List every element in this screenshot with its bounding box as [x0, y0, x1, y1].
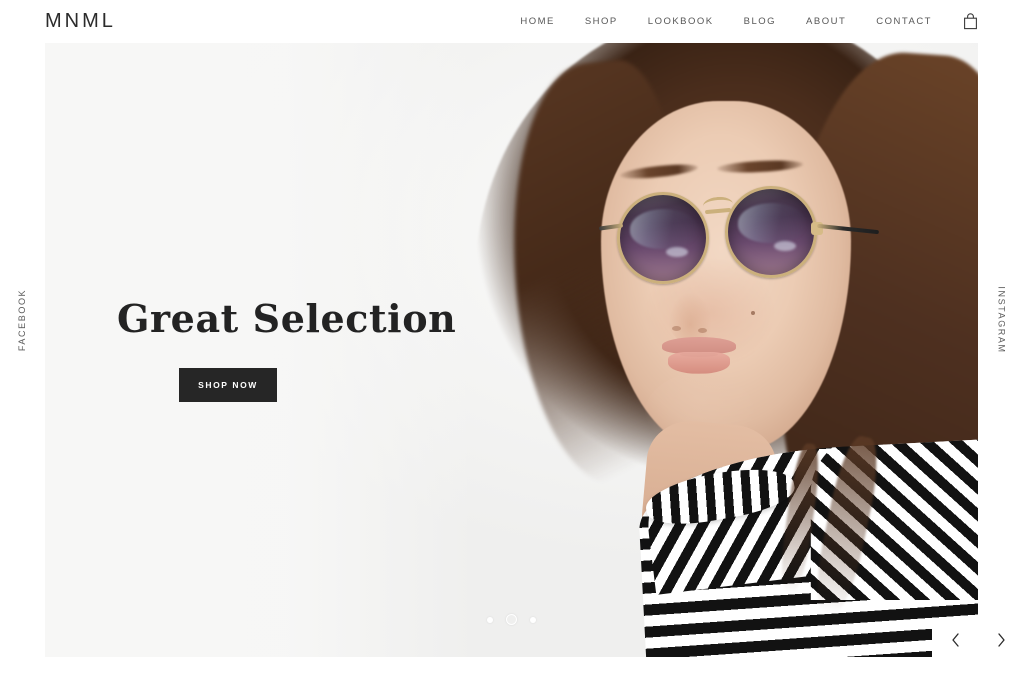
main-navigation: HOME SHOP LOOKBOOK BLOG ABOUT CONTACT	[505, 0, 979, 43]
social-rail-left: FACEBOOK	[0, 0, 45, 700]
nav-item-blog[interactable]: BLOG	[729, 0, 791, 43]
model-nostril-right	[698, 328, 707, 333]
shopping-bag-icon[interactable]	[961, 12, 979, 32]
model-beauty-mark	[751, 311, 755, 315]
brand-logo[interactable]: MNML	[45, 9, 116, 33]
model-nostril-left	[672, 326, 681, 331]
model-lower-lip	[668, 352, 730, 374]
shop-now-button[interactable]: SHOP NOW	[179, 368, 277, 402]
nav-item-contact[interactable]: CONTACT	[861, 0, 947, 43]
slider-dot-3[interactable]	[530, 616, 536, 623]
slider-dot-1[interactable]	[487, 616, 493, 623]
model-lips	[662, 337, 736, 375]
nav-item-lookbook[interactable]: LOOKBOOK	[633, 0, 729, 43]
slider-pagination	[45, 614, 978, 625]
sunglasses-temple-right	[816, 223, 880, 235]
nav-item-shop[interactable]: SHOP	[570, 0, 633, 43]
slider-next-button[interactable]	[986, 625, 1016, 657]
hero-title: Great Selection	[117, 296, 457, 341]
lens-reflection-right	[738, 203, 806, 243]
social-link-instagram[interactable]: INSTAGRAM	[997, 286, 1007, 353]
slider-dot-2[interactable]	[506, 614, 517, 625]
sunglasses-lens-left	[617, 192, 709, 284]
nav-item-about[interactable]: ABOUT	[791, 0, 861, 43]
social-link-facebook[interactable]: FACEBOOK	[18, 289, 28, 351]
lens-glint-right	[774, 241, 796, 251]
sunglasses	[585, 183, 885, 293]
chevron-right-icon	[997, 632, 1006, 650]
nav-item-home[interactable]: HOME	[505, 0, 570, 43]
lens-glint-left	[666, 247, 688, 257]
site-header: MNML HOME SHOP LOOKBOOK BLOG ABOUT CONTA…	[0, 0, 1024, 43]
hero-slider: Great Selection SHOP NOW	[45, 43, 978, 657]
hero-content: Great Selection SHOP NOW	[117, 296, 456, 402]
social-rail-right: INSTAGRAM	[979, 0, 1024, 700]
sunglasses-lens-right	[725, 186, 817, 278]
lens-reflection-left	[630, 209, 698, 249]
chevron-left-icon	[951, 632, 960, 650]
slider-prev-button[interactable]	[940, 625, 970, 657]
slider-arrow-controls	[932, 625, 1024, 657]
